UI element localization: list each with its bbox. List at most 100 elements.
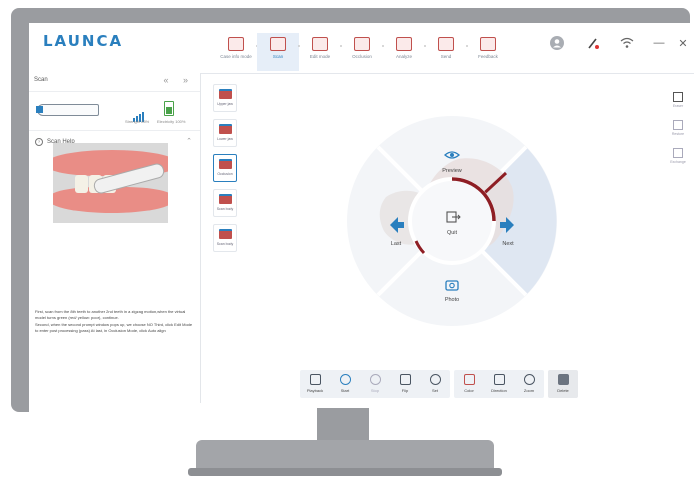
tool-label: Exchange [670, 160, 686, 164]
direction-button[interactable]: Direction [484, 370, 514, 398]
quit-label: Quit [447, 230, 458, 236]
tool-upper-jaw[interactable]: Upper jaw [213, 84, 237, 112]
panel-collapse-controls[interactable]: « » [163, 75, 194, 85]
stop-icon [369, 374, 381, 385]
feedback-icon [480, 37, 496, 51]
set-button[interactable]: Set [420, 370, 450, 398]
next-label: Next [502, 241, 514, 247]
flip-icon [399, 374, 411, 385]
analyze-icon [396, 37, 412, 51]
scan-body-icon [218, 229, 232, 239]
battery-label: Electricity 100% [157, 119, 186, 124]
toolbar-label: Set [431, 388, 438, 393]
top-bar: LAUNCA Case info mode Scan Edit mode Occ… [29, 23, 694, 74]
tool-label: Lower jaw [217, 137, 233, 141]
upper-jaw-icon [218, 89, 232, 99]
tab-occlusion[interactable]: Occlusion [341, 33, 384, 71]
color-icon [463, 374, 475, 385]
flip-button[interactable]: Flip [390, 370, 420, 398]
eraser-icon [673, 92, 683, 102]
tool-label: Upper jaw [217, 102, 233, 106]
delete-group: Delete [548, 370, 578, 398]
preview-label: Preview [442, 168, 462, 174]
tab-label: Scan [272, 54, 284, 59]
app-logo: LAUNCA [43, 32, 124, 50]
start-button[interactable]: Start [330, 370, 360, 398]
panel-title: Scan [34, 77, 48, 83]
occlusion-jaw-icon [218, 159, 232, 169]
tab-feedback[interactable]: Feedback [467, 33, 509, 71]
navigation-wheel: Preview Last Next Photo Quit [347, 116, 557, 326]
jaw-selector: Upper jaw Lower jaw Occlusion Scan body … [213, 84, 237, 259]
tab-case-info[interactable]: Case info mode [215, 33, 258, 71]
chevron-up-icon[interactable]: ⌃ [186, 137, 192, 145]
tab-label: Feedback [478, 54, 498, 59]
delete-button[interactable]: Delete [548, 370, 578, 398]
monitor-neck [317, 408, 369, 442]
tab-analyze[interactable]: Analyze [383, 33, 426, 71]
user-avatar-icon[interactable] [549, 35, 565, 51]
instruction-step-1: First, scan from the 8th teeth to anothe… [35, 309, 186, 320]
help-icon: ? [35, 138, 43, 146]
instruction-step-2: Second, when the second prompt window po… [35, 322, 193, 333]
scan-body-icon [218, 194, 232, 204]
toolbar-label: Flip [401, 388, 409, 393]
tab-edit-mode[interactable]: Edit mode [299, 33, 342, 71]
settings-icon [429, 374, 441, 385]
photo-label: Photo [445, 297, 459, 303]
trash-icon [557, 374, 569, 385]
restore-icon [673, 120, 683, 130]
scan-help-image [53, 143, 168, 223]
exchange-button[interactable]: Exchange [667, 145, 689, 169]
restore-button[interactable]: Restore [667, 117, 689, 141]
battery-icon [164, 101, 174, 116]
playback-button[interactable]: Playback [300, 370, 330, 398]
scan-instructions: First, scan from the 8th teeth to anothe… [35, 309, 195, 335]
tab-label: Case info mode [220, 54, 252, 59]
tab-send[interactable]: Send [425, 33, 468, 71]
toolbar-label: Playback [306, 388, 324, 393]
tab-label: Edit mode [309, 54, 331, 59]
edit-mode-icon [312, 37, 328, 51]
stop-button[interactable]: Stop [360, 370, 390, 398]
occlusion-icon [354, 37, 370, 51]
color-button[interactable]: Color [454, 370, 484, 398]
tab-scan[interactable]: Scan [257, 33, 300, 71]
last-label: Last [391, 241, 402, 247]
app-window: LAUNCA Case info mode Scan Edit mode Occ… [29, 23, 694, 414]
toolbar-label: Stop [370, 388, 380, 393]
tool-scan-body-2[interactable]: Scan body [213, 224, 237, 252]
device-status: Strength 85% Electricity 100% [29, 92, 200, 131]
mode-tabs: Case info mode Scan Edit mode Occlusion … [215, 33, 509, 71]
brush-icon[interactable] [585, 35, 601, 51]
start-icon [339, 374, 351, 385]
tool-label: Eraser [672, 104, 684, 108]
view-control-group: Color Direction Zoom [454, 370, 544, 398]
exchange-icon [673, 148, 683, 158]
monitor-bezel: LAUNCA Case info mode Scan Edit mode Occ… [11, 8, 694, 414]
tool-scan-body-1[interactable]: Scan body [213, 189, 237, 217]
tool-lower-jaw[interactable]: Lower jaw [213, 119, 237, 147]
close-button[interactable]: ✕ [675, 35, 691, 51]
tool-label: Occlusion [217, 172, 233, 176]
minimize-button[interactable]: — [651, 35, 667, 51]
zoom-button[interactable]: Zoom [514, 370, 544, 398]
tool-label: Restore [671, 132, 685, 136]
tool-occlusion[interactable]: Occlusion [213, 154, 237, 182]
playback-icon [309, 374, 321, 385]
toolbar-label: Start [340, 388, 350, 393]
toolbar-label: Delete [557, 388, 569, 393]
scan-control-group: Playback Start Stop Flip Set [300, 370, 450, 398]
tab-label: Analyze [395, 54, 412, 59]
wifi-icon[interactable] [619, 35, 635, 51]
toolbar-label: Color [464, 388, 474, 393]
eraser-button[interactable]: Eraser [667, 89, 689, 113]
send-icon [438, 37, 454, 51]
toolbar-label: Direction [491, 388, 507, 393]
scan-side-panel: Scan « » Strength 85% Electricity 100% ?… [29, 73, 201, 403]
scanner-device-icon [36, 104, 99, 116]
lower-jaw-icon [218, 124, 232, 134]
tab-label: Send [440, 54, 452, 59]
tab-label: Occlusion [352, 54, 372, 59]
scan-icon [270, 37, 286, 51]
